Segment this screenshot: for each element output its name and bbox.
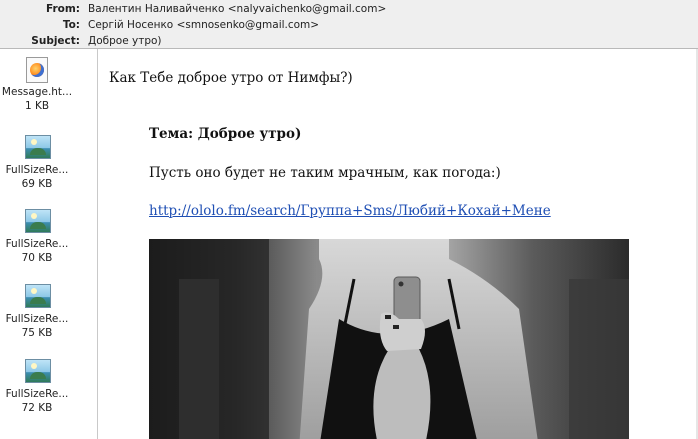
greeting-text: Как Тебе доброе утро от Нимфы?) (109, 70, 353, 86)
attachment-size: 70 KB (21, 252, 53, 264)
from-value[interactable]: Валентин Наливайченко <nalyvaichenko@gma… (88, 2, 386, 16)
firefox-html-icon (25, 57, 49, 83)
image-file-icon (25, 359, 51, 385)
image-file-icon (25, 209, 51, 235)
to-value[interactable]: Сергій Носенко <smnosenko@gmail.com> (88, 18, 319, 32)
attachments-pane: Message.ht... 1 KB FullSizeRe... 69 KB F… (0, 49, 98, 439)
song-link[interactable]: http://ololo.fm/search/Группа+Sms/Любий+… (149, 203, 551, 219)
attachment-item[interactable]: FullSizeRe... 69 KB (0, 135, 74, 191)
attachment-item[interactable]: FullSizeRe... 70 KB (0, 209, 74, 265)
attachment-size: 75 KB (21, 327, 53, 339)
attachment-size: 72 KB (21, 402, 53, 414)
subject-label: Subject: (31, 35, 80, 47)
image-file-icon (25, 284, 51, 310)
subject-value: Доброе утро) (88, 35, 162, 47)
attachment-name: FullSizeRe... (5, 238, 69, 250)
attachment-name: Message.ht... (1, 86, 73, 98)
to-label: To: (62, 19, 80, 31)
attachment-name: FullSizeRe... (5, 388, 69, 400)
image-file-icon (25, 135, 51, 161)
topic-heading: Тема: Доброе утро) (149, 126, 302, 142)
attachment-item[interactable]: FullSizeRe... 75 KB (0, 284, 74, 340)
embedded-photo[interactable] (149, 239, 629, 439)
attachment-name: FullSizeRe... (5, 164, 69, 176)
message-body: Как Тебе доброе утро от Нимфы?) Тема: До… (98, 49, 698, 439)
attachment-name: FullSizeRe... (5, 313, 69, 325)
attachment-item[interactable]: Message.ht... 1 KB (0, 57, 74, 113)
attachment-item[interactable]: FullSizeRe... 72 KB (0, 359, 74, 415)
attachment-size: 1 KB (24, 100, 50, 112)
attachment-size: 69 KB (21, 178, 53, 190)
message-paragraph: Пусть оно будет не таким мрачным, как по… (149, 165, 501, 181)
from-label: From: (45, 3, 80, 15)
message-header: From: Валентин Наливайченко <nalyvaichen… (0, 0, 698, 49)
